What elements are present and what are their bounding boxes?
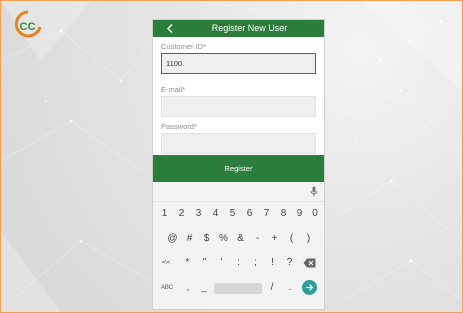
key-1[interactable]: 1	[156, 205, 173, 223]
key-minus[interactable]: -	[249, 230, 266, 248]
key-ampersand[interactable]: &	[232, 230, 249, 248]
keyboard-number-row: 1 2 3 4 5 6 7 8 9 0	[153, 205, 324, 223]
key-abc[interactable]: ABC	[157, 279, 177, 297]
key-close-paren[interactable]: )	[300, 230, 317, 248]
chevron-left-icon	[167, 24, 173, 33]
key-slash[interactable]: /	[265, 279, 279, 297]
back-button[interactable]	[163, 20, 177, 37]
page-title: Register New User	[211, 23, 288, 33]
email-label: E-mail*	[161, 85, 186, 94]
key-dot[interactable]: .	[283, 279, 297, 297]
key-comma[interactable]: ,	[181, 279, 195, 297]
cc-logo-icon: CC	[14, 10, 42, 38]
backspace-icon[interactable]	[303, 258, 316, 268]
mobile-screen: Register New User Customer ID* 1100 E-ma…	[152, 19, 325, 310]
svg-text:CC: CC	[20, 21, 36, 33]
key-percent[interactable]: %	[215, 230, 232, 248]
key-2[interactable]: 2	[173, 205, 190, 223]
keyboard-symbol-row: @ # $ % & - + ( )	[153, 230, 324, 248]
microphone-icon[interactable]	[309, 186, 319, 198]
password-field[interactable]	[161, 133, 316, 154]
register-form: Customer ID* 1100 E-mail* Password*	[153, 37, 324, 155]
key-colon[interactable]: :	[230, 254, 247, 272]
enter-key[interactable]	[302, 280, 317, 295]
key-open-paren[interactable]: (	[283, 230, 300, 248]
customer-id-field[interactable]: 1100	[161, 53, 316, 74]
keyboard-third-row: =\< * " ' : ; ! ?	[153, 254, 324, 272]
app-header: Register New User	[153, 20, 324, 37]
keyboard-divider	[153, 201, 324, 202]
key-more-symbols[interactable]: =\<	[155, 254, 177, 272]
key-6[interactable]: 6	[241, 205, 258, 223]
customer-id-label: Customer ID*	[161, 42, 207, 51]
key-4[interactable]: 4	[207, 205, 224, 223]
password-label: Password*	[161, 122, 197, 131]
keyboard-bottom-row: ABC , _ / .	[153, 279, 324, 297]
app-frame: CC Register New User Customer ID* 1100 E…	[0, 0, 463, 313]
email-field[interactable]	[161, 96, 316, 117]
space-key[interactable]	[214, 283, 262, 294]
key-5[interactable]: 5	[224, 205, 241, 223]
key-semicolon[interactable]: ;	[247, 254, 264, 272]
key-underscore[interactable]: _	[197, 279, 211, 297]
key-asterisk[interactable]: *	[179, 254, 196, 272]
key-single-quote[interactable]: '	[213, 254, 230, 272]
arrow-right-icon	[306, 284, 314, 291]
key-9[interactable]: 9	[292, 205, 307, 223]
register-button[interactable]: Register	[153, 155, 324, 182]
key-plus[interactable]: +	[266, 230, 283, 248]
key-exclamation[interactable]: !	[264, 254, 281, 272]
key-double-quote[interactable]: "	[196, 254, 213, 272]
key-hash[interactable]: #	[181, 230, 198, 248]
soft-keyboard: 1 2 3 4 5 6 7 8 9 0 @ # $ % & - + () =\…	[153, 182, 324, 309]
key-0[interactable]: 0	[307, 205, 323, 223]
key-7[interactable]: 7	[258, 205, 275, 223]
key-at[interactable]: @	[164, 230, 181, 248]
key-8[interactable]: 8	[275, 205, 292, 223]
key-question[interactable]: ?	[281, 254, 298, 272]
key-3[interactable]: 3	[190, 205, 207, 223]
key-dollar[interactable]: $	[198, 230, 215, 248]
